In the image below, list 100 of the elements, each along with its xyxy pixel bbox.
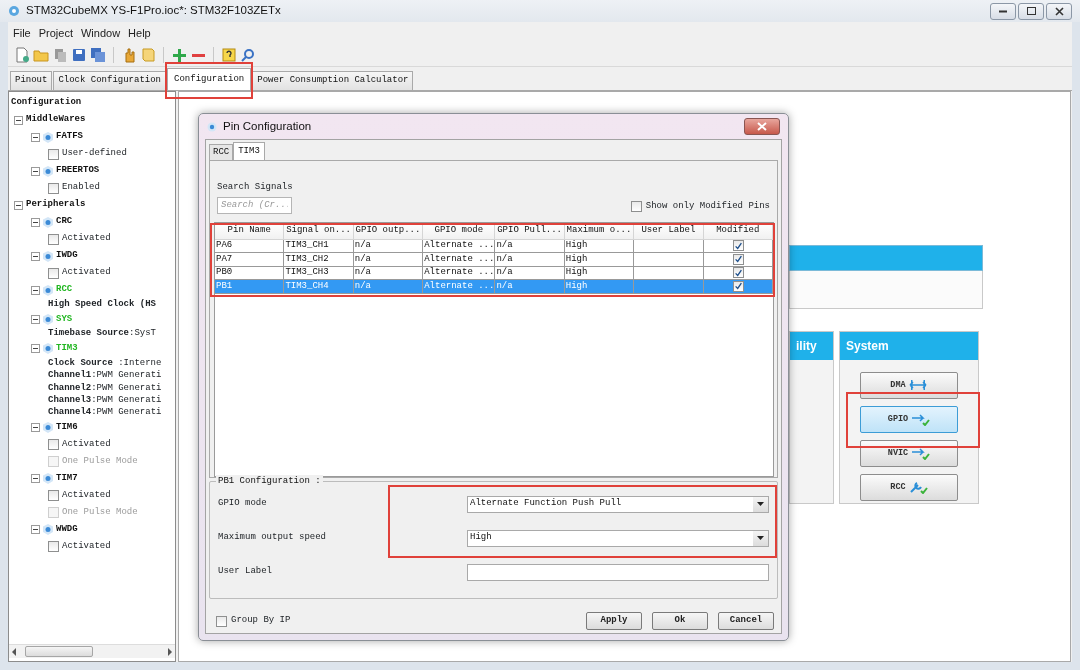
module-label[interactable]: TIM7 xyxy=(56,472,78,486)
category-button[interactable]: GPIO xyxy=(860,405,958,433)
tab[interactable]: Power Consumption Calculator xyxy=(252,71,414,90)
checkbox-label: Activated xyxy=(62,438,111,451)
scroll-left-icon[interactable] xyxy=(11,647,17,656)
checkbox[interactable] xyxy=(48,439,59,451)
table-cell: Alternate ... xyxy=(423,239,496,253)
collapse-icon[interactable] xyxy=(31,166,40,176)
table-cell[interactable]: PA7 xyxy=(215,253,285,267)
module-icon xyxy=(43,422,53,434)
tab[interactable]: Pinout xyxy=(10,71,53,90)
checkbox[interactable] xyxy=(48,148,59,160)
dialog-button[interactable]: Ok xyxy=(652,612,708,630)
copy-icon[interactable] xyxy=(52,47,68,63)
module-label[interactable]: FREERTOS xyxy=(56,164,100,178)
help-icon[interactable] xyxy=(221,47,237,63)
table-cell: High xyxy=(564,253,635,267)
collapse-icon[interactable] xyxy=(31,474,40,484)
menu-item[interactable]: Window xyxy=(80,25,122,42)
category-header: ility xyxy=(790,331,833,360)
minimize-icon xyxy=(999,9,1007,13)
text-field[interactable] xyxy=(467,563,769,581)
module-label[interactable]: FATFS xyxy=(56,130,83,144)
search-field[interactable]: Search (Cr... xyxy=(217,196,292,214)
horizontal-scrollbar[interactable] xyxy=(9,644,175,658)
menu-item[interactable]: Project xyxy=(37,25,74,42)
tab[interactable]: Clock Configuration xyxy=(53,71,167,90)
search-label: Search Signals xyxy=(217,181,293,194)
menu-item[interactable]: Help xyxy=(127,25,152,42)
close-button[interactable] xyxy=(1046,2,1072,20)
checkbox[interactable] xyxy=(732,240,744,252)
collapse-icon[interactable] xyxy=(31,314,40,324)
collapse-icon[interactable] xyxy=(31,525,40,535)
category-button[interactable]: NVIC xyxy=(860,439,958,467)
checkbox[interactable] xyxy=(732,253,744,265)
module-icon xyxy=(43,343,53,355)
category-header: System xyxy=(840,331,978,360)
setting-text: Channel3:PWM Generati xyxy=(48,393,162,407)
checkbox[interactable] xyxy=(48,267,59,279)
collapse-icon[interactable] xyxy=(31,423,40,433)
table-cell[interactable]: PA6 xyxy=(215,239,285,253)
search-icon[interactable] xyxy=(240,47,256,63)
dropdown-arrow-icon xyxy=(757,536,764,540)
maximize-button[interactable] xyxy=(1018,2,1044,20)
checkbox[interactable] xyxy=(48,182,59,194)
dialog-title: Pin Configuration xyxy=(223,118,312,134)
category-button[interactable]: DMA xyxy=(860,371,958,399)
collapse-icon[interactable] xyxy=(31,251,40,261)
checkbox[interactable] xyxy=(48,490,59,502)
table-cell: n/a xyxy=(353,253,424,267)
close-icon xyxy=(1054,6,1064,16)
checkbox[interactable] xyxy=(48,541,59,553)
scroll-right-icon[interactable] xyxy=(167,647,173,656)
module-label[interactable]: CRC xyxy=(56,215,73,229)
collapse-icon[interactable] xyxy=(31,344,40,354)
checkbox[interactable] xyxy=(732,280,744,292)
arrow-check-icon xyxy=(911,446,931,460)
checkbox-label: Show only Modified Pins xyxy=(645,200,770,213)
checkbox-label: Activated xyxy=(62,266,111,280)
table-cell: n/a xyxy=(495,253,565,267)
tree-label[interactable]: Peripherals xyxy=(26,198,86,212)
category-button[interactable]: RCC xyxy=(860,473,958,501)
checkbox[interactable] xyxy=(48,233,59,245)
dialog-button[interactable]: Apply xyxy=(586,612,642,630)
double-arrow-icon xyxy=(908,378,928,392)
dropdown[interactable]: High xyxy=(467,529,769,547)
table-cell: n/a xyxy=(353,280,424,294)
scrollbar-thumb[interactable] xyxy=(25,646,93,657)
plus-icon[interactable] xyxy=(171,47,187,63)
dialog-button[interactable]: Cancel xyxy=(718,612,774,630)
save-all-icon[interactable] xyxy=(90,47,106,63)
table-cell: n/a xyxy=(495,280,565,294)
tree-label[interactable]: Configuration xyxy=(11,96,82,110)
menu-item[interactable]: File xyxy=(12,25,32,42)
table-cell: High xyxy=(564,239,635,253)
close-button[interactable] xyxy=(744,118,780,135)
checkbox-label: One Pulse Mode xyxy=(62,506,138,519)
arrow-check-icon xyxy=(911,412,931,426)
checkbox[interactable] xyxy=(630,201,642,213)
checkbox[interactable] xyxy=(216,615,227,627)
checkbox-label: User-defined xyxy=(62,147,127,161)
table-cell: TIM3_CH4 xyxy=(284,280,354,294)
tab[interactable]: Configuration xyxy=(167,68,252,90)
tab[interactable]: RCC xyxy=(209,143,234,160)
wrench-icon xyxy=(908,480,928,494)
checkbox-label: Activated xyxy=(62,232,111,246)
maximize-icon xyxy=(1026,7,1036,15)
setting-text: Channel2:PWM Generati xyxy=(48,381,162,395)
new-file-icon[interactable] xyxy=(14,47,30,63)
tree-label[interactable]: MiddleWares xyxy=(26,113,86,127)
module-label[interactable]: WWDG xyxy=(56,523,78,537)
module-label[interactable]: IWDG xyxy=(56,249,78,263)
module-label[interactable]: TIM6 xyxy=(56,421,78,435)
dropdown[interactable]: Alternate Function Push Pull xyxy=(467,495,769,513)
checkbox-label: Activated xyxy=(62,540,111,553)
module-icon xyxy=(43,313,53,325)
checkbox[interactable] xyxy=(732,267,744,279)
save-icon[interactable] xyxy=(71,47,87,63)
collapse-icon[interactable] xyxy=(31,285,40,295)
tab[interactable]: TIM3 xyxy=(233,141,265,160)
